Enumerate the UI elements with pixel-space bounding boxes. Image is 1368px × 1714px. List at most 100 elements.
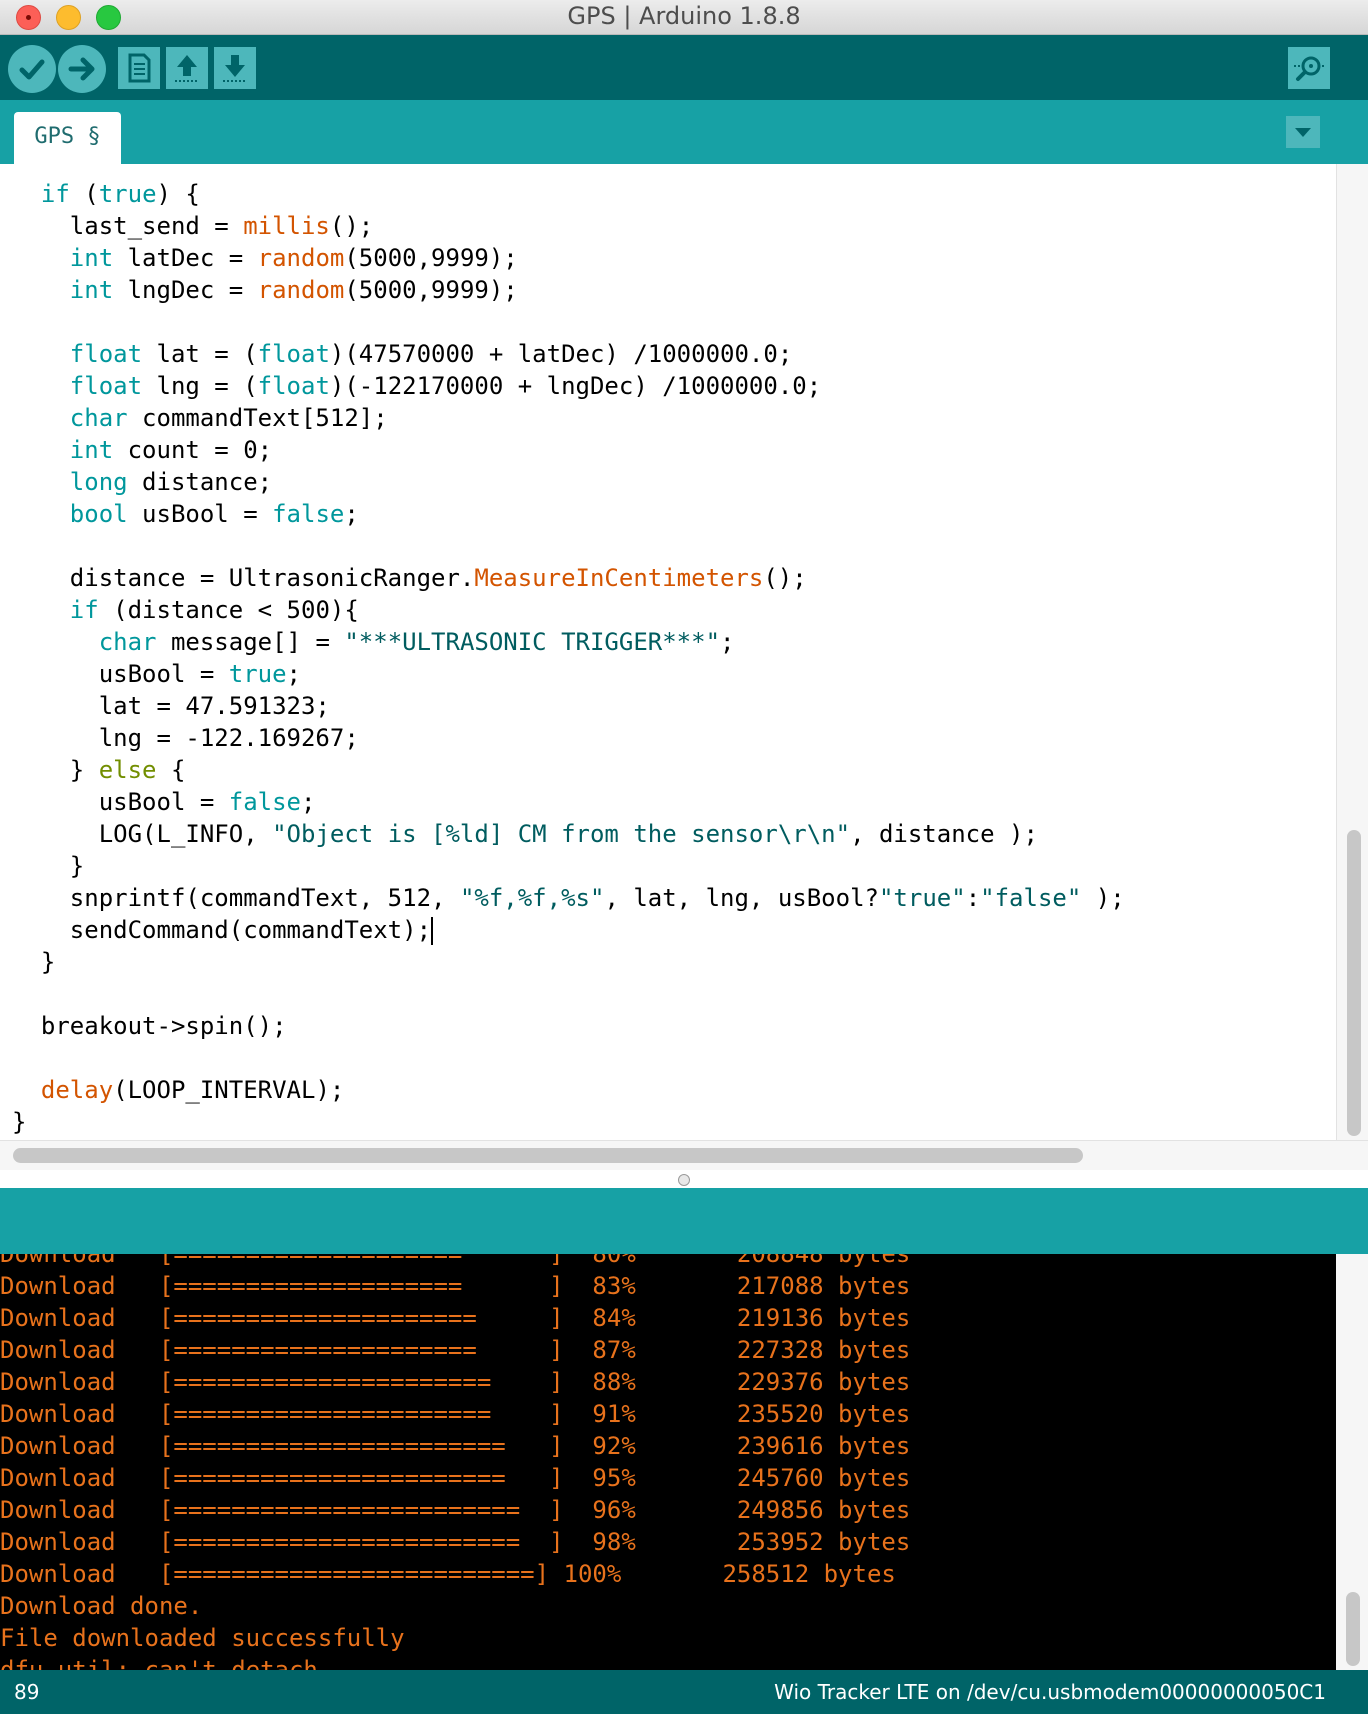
token-kw: if [69, 596, 99, 624]
code-line: lat = 47.591323; [12, 692, 330, 720]
code-editor[interactable]: if (true) { last_send = millis(); int la… [0, 164, 1336, 1140]
new-sketch-button[interactable] [118, 47, 160, 89]
token-kw: int [69, 276, 114, 304]
console-line: Download [======================== ] 96%… [0, 1496, 911, 1524]
code-text[interactable]: if (true) { last_send = millis(); int la… [12, 178, 1125, 1138]
token-text: } [12, 756, 99, 784]
token-text: } [12, 852, 85, 880]
token-str: "Object is [%ld] CM from the sensor\r\n" [272, 820, 851, 848]
token-kw: false [228, 788, 301, 816]
token-text: usBool = [127, 500, 273, 528]
board-port-info: Wio Tracker LTE on /dev/cu.usbmodem00000… [774, 1680, 1326, 1704]
document-icon [128, 53, 151, 83]
code-line: float lng = (float)(-122170000 + lngDec)… [12, 372, 821, 400]
editor-vertical-scroll-thumb[interactable] [1347, 830, 1361, 1136]
token-kw: false [272, 500, 345, 528]
token-kw: float [257, 372, 330, 400]
console-line: Download [==================== ] 83% 217… [0, 1272, 911, 1300]
code-line: } [12, 1108, 26, 1136]
token-text: } [12, 1108, 27, 1136]
token-fn: MeasureInCentimeters [474, 564, 764, 592]
token-el: else [98, 756, 157, 784]
token-text: )(47570000 + latDec) /1000000.0; [329, 340, 793, 368]
console-line: dfu-util: can't detach [0, 1656, 318, 1670]
code-line: if (true) { [12, 180, 200, 208]
token-text: (); [329, 212, 374, 240]
token-text: latDec = [113, 244, 258, 272]
token-text: { [156, 756, 186, 784]
save-sketch-button[interactable] [214, 47, 256, 89]
code-line: if (distance < 500){ [12, 596, 359, 624]
token-kw: float [257, 340, 330, 368]
token-text: message[] = [156, 628, 345, 656]
editor-horizontal-scrollbar[interactable] [0, 1140, 1368, 1171]
toolbar [0, 35, 1368, 100]
arrow-up-icon [175, 55, 199, 82]
token-text: )(-122170000 + lngDec) /1000000.0; [329, 372, 822, 400]
console-line: Download [======================= ] 92% … [0, 1432, 911, 1460]
code-line: distance = UltrasonicRanger.MeasureInCen… [12, 564, 807, 592]
tab-gps[interactable]: GPS § [14, 112, 121, 164]
token-kw: true [228, 660, 287, 688]
code-line: delay(LOOP_INTERVAL); [12, 1076, 344, 1104]
token-fn: random [257, 276, 345, 304]
splitter-handle[interactable] [678, 1174, 690, 1186]
console-line: Download [====================== ] 91% 2… [0, 1400, 911, 1428]
code-line: bool usBool = false; [12, 500, 359, 528]
editor-vertical-scrollbar[interactable] [1336, 164, 1368, 1140]
upload-button[interactable] [58, 45, 106, 93]
console-line: Download [====================== ] 88% 2… [0, 1368, 911, 1396]
token-str: "***ULTRASONIC TRIGGER***" [344, 628, 721, 656]
editor-horizontal-scroll-thumb[interactable] [13, 1148, 1083, 1163]
token-text: lat = ( [142, 340, 258, 368]
serial-monitor-button[interactable] [1288, 47, 1330, 89]
token-kw: int [69, 436, 114, 464]
code-line: sendCommand(commandText); [12, 916, 434, 945]
token-kw: float [69, 340, 143, 368]
token-text: (LOOP_INTERVAL); [113, 1076, 345, 1104]
pane-splitter[interactable] [0, 1170, 1368, 1188]
tab-menu-button[interactable] [1286, 116, 1320, 148]
token-text: ; [301, 788, 316, 816]
code-line: int count = 0; [12, 436, 272, 464]
token-str: "false" [980, 884, 1082, 912]
token-text: (); [763, 564, 807, 592]
open-sketch-button[interactable] [166, 47, 208, 89]
console-line: Download [===================== ] 87% 22… [0, 1336, 911, 1364]
code-line: } else { [12, 756, 186, 784]
token-text: ; [286, 660, 301, 688]
token-fn: millis [243, 212, 330, 240]
title-bar: GPS | Arduino 1.8.8 [0, 0, 1368, 35]
token-text: distance; [127, 468, 273, 496]
code-line: int latDec = random(5000,9999); [12, 244, 518, 272]
token-fn: delay [40, 1076, 114, 1104]
code-line: } [12, 948, 55, 976]
code-line: char commandText[512]; [12, 404, 388, 432]
token-text: ( [69, 180, 99, 208]
console-line: Download done. [0, 1592, 203, 1620]
token-text: : [965, 884, 981, 912]
token-kw: long [69, 468, 128, 496]
token-text: (distance < 500){ [98, 596, 359, 624]
token-text: count = 0; [113, 436, 273, 464]
text-cursor [431, 917, 434, 945]
token-fn: random [257, 244, 345, 272]
verify-button[interactable] [8, 45, 56, 93]
console-line: File downloaded successfully [0, 1624, 405, 1652]
console-scroll-thumb[interactable] [1346, 1592, 1360, 1666]
code-line: } [12, 852, 84, 880]
window-title: GPS | Arduino 1.8.8 [567, 2, 801, 30]
console-vertical-scrollbar[interactable] [1336, 1254, 1368, 1670]
magnifier-icon [1294, 56, 1326, 81]
console-line: Download [===================== ] 84% 21… [0, 1304, 911, 1332]
code-line: int lngDec = random(5000,9999); [12, 276, 518, 304]
arrow-down-icon [223, 55, 247, 82]
console-output[interactable]: Download [==================== ] 80% 208… [0, 1254, 1336, 1670]
